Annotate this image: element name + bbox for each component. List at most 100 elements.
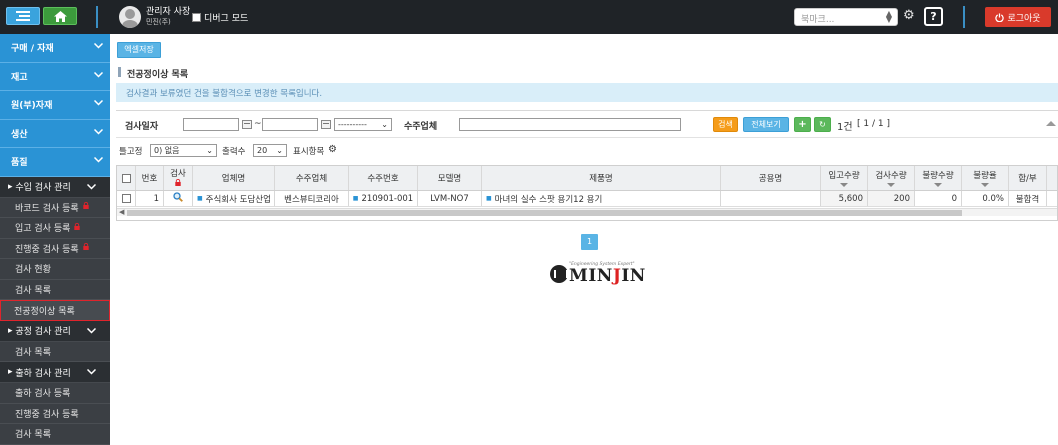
scrollbar-thumb[interactable] [127, 210, 962, 216]
column-header[interactable]: 검사 [164, 166, 193, 190]
column-header[interactable]: 검사수량 [868, 166, 915, 190]
column-header[interactable]: 입고수량 [821, 166, 868, 190]
chevron-down-icon [86, 183, 97, 193]
scroll-left-icon[interactable]: ◀ [119, 208, 124, 216]
product-text: 마녀의 실수 스팟 용기12 용기 [494, 194, 603, 205]
sidebar-menu-stock[interactable]: 재고 [0, 62, 110, 91]
date-label: 검사일자 [125, 122, 159, 132]
select-all-cell [117, 166, 136, 190]
sidebar-item-label: 진행중 검사 등록 [15, 409, 79, 420]
view-all-button[interactable]: 전체보기 [743, 117, 789, 132]
page-indicator: [ 1 / 1 ] [857, 119, 890, 129]
sidebar-group-process[interactable]: ▸ 공정 검사 관리 [0, 320, 110, 342]
column-header[interactable]: 검 [1047, 166, 1057, 190]
date-separator: ~ [254, 119, 262, 129]
menu-toggle-button[interactable] [6, 7, 40, 25]
sort-icon [840, 183, 848, 187]
sidebar-menu-label: 품질 [11, 158, 28, 169]
period-select[interactable]: ---------- ⌄ [334, 118, 392, 131]
display-items-label[interactable]: 표시항목 [293, 145, 324, 157]
column-header[interactable]: 수주업체 [275, 166, 349, 190]
sidebar-menu-label: 생산 [11, 129, 28, 140]
cell-model: LVM-NO7 [418, 191, 482, 206]
cell-order-no: ■ 210901-001 [349, 191, 418, 206]
sidebar-menu-quality[interactable]: 품질 [0, 148, 110, 177]
collapse-arrow-icon[interactable] [1046, 121, 1056, 126]
lock-icon [82, 243, 89, 253]
sidebar-item-label: 검사 현황 [15, 265, 51, 276]
cell-no: 1 [136, 191, 164, 206]
column-header[interactable]: 번호 [136, 166, 164, 190]
magnifier-icon[interactable] [173, 192, 183, 205]
chevron-down-icon [93, 128, 104, 138]
sidebar-item-shipping-inspection[interactable]: 출하 검사 등록 [0, 383, 110, 404]
period-value: ---------- [338, 120, 367, 129]
data-grid: 번호 검사 업체명 수주업체 수주번호 모델명 제품명 공용명 입고수량 검사수… [116, 165, 1058, 221]
calendar-icon[interactable] [321, 120, 331, 129]
debug-mode-toggle[interactable]: 디버그 모드 [192, 11, 248, 24]
rows-select[interactable]: 20 ⌄ [253, 144, 287, 157]
sidebar-item-shipping-ongoing[interactable]: 진행중 검사 등록 [0, 403, 110, 424]
divider [963, 6, 965, 28]
main-content: 엑셀저장 전공정이상 목록 검사결과 보류였던 건을 불합격으로 변경한 목록입… [110, 34, 1058, 441]
gear-icon[interactable]: ⚙ [903, 9, 915, 23]
column-header[interactable]: 모델명 [418, 166, 482, 190]
sidebar-group-label: 출하 검사 관리 [15, 368, 71, 379]
row-checkbox-cell [117, 191, 136, 206]
column-header[interactable]: 공용명 [721, 166, 821, 190]
column-header[interactable]: 업체명 [193, 166, 275, 190]
calendar-icon[interactable] [242, 120, 252, 129]
sidebar-item-incoming-inspection[interactable]: 입고 검사 등록 [0, 218, 110, 239]
column-header[interactable]: 불량율 [962, 166, 1009, 190]
customer-input[interactable] [459, 118, 681, 131]
date-from-input[interactable] [183, 118, 239, 131]
column-header[interactable]: 불량수량 [915, 166, 962, 190]
result-count: 1건 [837, 122, 853, 133]
column-header[interactable]: 수주번호 [349, 166, 418, 190]
home-button[interactable] [43, 7, 77, 25]
search-button[interactable]: 검색 [713, 117, 738, 132]
sort-arrows-icon: ▲ ▼ [885, 9, 892, 24]
sidebar-menu-label: 구매 / 자재 [11, 44, 54, 55]
sidebar-menu-production[interactable]: 생산 [0, 119, 110, 148]
chevron-down-icon [86, 327, 97, 337]
sidebar: 구매 / 자재 재고 원(부)자재 생산 품질 ▸ 수입 검사 관리 바코드 검… [0, 34, 110, 445]
cell-inspect [164, 191, 193, 206]
help-button[interactable]: ? [924, 7, 943, 26]
column-header[interactable]: 합/부 [1009, 166, 1047, 190]
bullet-icon: ■ [486, 195, 492, 202]
sidebar-menu-purchase[interactable]: 구매 / 자재 [0, 34, 110, 63]
company-logo: "Engineering System Expert" MINJIN [550, 262, 645, 288]
table-row[interactable]: 1 ■ 주식회사 도담산업 벤스뷰티코리아 ■ 210901-001 LVM-NO7… [117, 191, 1057, 207]
bookmark-select[interactable]: 북마크... ▲ ▼ [794, 8, 898, 26]
sidebar-item-process-inspection-list[interactable]: 검사 목록 [0, 341, 110, 362]
sidebar-group-shipping[interactable]: ▸ 출하 검사 관리 [0, 362, 110, 383]
sidebar-item-barcode-inspection[interactable]: 바코드 검사 등록 [0, 197, 110, 218]
date-to-input[interactable] [262, 118, 318, 131]
sidebar-item-inspection-status[interactable]: 검사 현황 [0, 259, 110, 280]
column-header[interactable]: 제품명 [482, 166, 721, 190]
select-all-checkbox[interactable] [121, 173, 131, 183]
horizontal-scrollbar[interactable]: ◀ [117, 208, 1057, 216]
user-org: 민진(주) [146, 18, 171, 26]
sidebar-item-ongoing-inspection[interactable]: 진행중 검사 등록 [0, 238, 110, 259]
menu-icon [16, 11, 30, 21]
user-name: 관리자 사장 [146, 7, 191, 17]
page-title: 전공정이상 목록 [127, 70, 189, 80]
row-checkbox[interactable] [121, 194, 131, 203]
refresh-button[interactable]: ↻ [814, 117, 831, 132]
rows-value: 20 [257, 146, 268, 155]
logout-button[interactable]: 로그아웃 [985, 7, 1051, 27]
sidebar-item-shipping-list[interactable]: 검사 목록 [0, 424, 110, 445]
sidebar-item-preprocess-defect-list[interactable]: 전공정이상 목록 [0, 300, 110, 321]
sidebar-item-inspection-list[interactable]: 검사 목록 [0, 279, 110, 300]
gear-icon[interactable]: ⚙ [328, 144, 337, 155]
excel-save-button[interactable]: 엑셀저장 [117, 42, 161, 58]
power-icon [995, 12, 1005, 22]
page-button[interactable]: 1 [581, 234, 598, 250]
debug-checkbox[interactable] [192, 13, 201, 22]
sidebar-menu-material[interactable]: 원(부)자재 [0, 91, 110, 120]
freeze-select[interactable]: 0) 없음 ⌄ [150, 144, 217, 157]
sidebar-group-incoming[interactable]: ▸ 수입 검사 관리 [0, 176, 110, 198]
add-button[interactable]: + [794, 117, 811, 132]
